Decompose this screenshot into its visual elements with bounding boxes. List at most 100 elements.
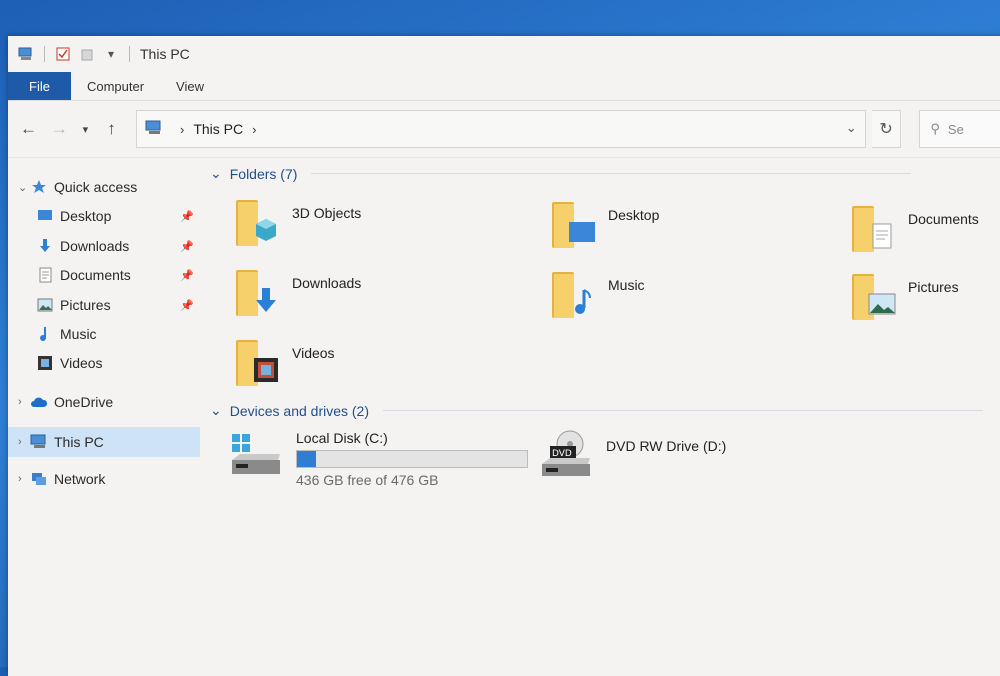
film-icon bbox=[36, 354, 54, 372]
landscape-icon bbox=[868, 290, 896, 318]
sidebar-item-quick-access[interactable]: ⌄ Quick access bbox=[8, 174, 200, 200]
desktop-icon bbox=[36, 207, 54, 225]
drive-usage-bar bbox=[296, 450, 528, 468]
properties-icon[interactable] bbox=[55, 46, 71, 62]
pc-icon bbox=[30, 433, 48, 451]
folder-tile-music[interactable]: Music bbox=[550, 268, 645, 320]
sidebar-item-label: Desktop bbox=[60, 208, 112, 224]
document-icon bbox=[36, 266, 54, 284]
music-note-icon bbox=[568, 288, 596, 316]
group-title: Folders (7) bbox=[229, 165, 298, 182]
chevron-right-icon[interactable]: › bbox=[18, 473, 30, 485]
sidebar-item-desktop[interactable]: Desktop 📌 bbox=[8, 203, 200, 229]
sidebar-item-this-pc[interactable]: › This PC bbox=[8, 427, 200, 457]
drive-info: Local Disk (C:) 436 GB free of 476 GB bbox=[296, 430, 528, 488]
sidebar-item-label: OneDrive bbox=[54, 394, 114, 410]
dvd-drive-icon: DVD bbox=[540, 430, 592, 482]
group-title: Devices and drives (2) bbox=[229, 402, 370, 419]
drive-tile-local-disk-c[interactable]: Local Disk (C:) 436 GB free of 476 GB bbox=[230, 430, 528, 488]
folder-tile-3d-objects[interactable]: 3D Objects bbox=[234, 196, 361, 248]
folder-icon bbox=[234, 266, 282, 318]
address-bar[interactable]: › This PC › ⌄ bbox=[135, 110, 866, 148]
folder-icon bbox=[550, 198, 598, 250]
hard-drive-windows-icon bbox=[230, 430, 282, 482]
folder-icon bbox=[550, 268, 598, 320]
tab-file[interactable]: File bbox=[8, 72, 71, 100]
search-icon: ⚲ bbox=[930, 121, 940, 136]
chevron-right-icon[interactable]: › bbox=[180, 122, 184, 137]
forward-arrow-icon[interactable]: → bbox=[47, 116, 72, 142]
chevron-right-icon[interactable]: › bbox=[18, 396, 30, 408]
sidebar-item-label: Pictures bbox=[60, 297, 111, 313]
folder-label: Desktop bbox=[608, 207, 660, 223]
folder-tile-pictures[interactable]: Pictures bbox=[850, 270, 959, 322]
chevron-down-icon[interactable]: ⌄ bbox=[18, 181, 30, 194]
pin-icon[interactable]: 📌 bbox=[180, 210, 194, 223]
sidebar-item-label: Documents bbox=[60, 267, 131, 283]
title-divider bbox=[129, 46, 130, 62]
customize-qat-chevron-icon[interactable]: ▾ bbox=[103, 46, 119, 62]
window-title: This PC bbox=[140, 46, 190, 62]
navigation-bar: ← → ▾ ↑ › This PC › ⌄ ↻ ⚲ Se bbox=[8, 101, 1000, 158]
folder-label: 3D Objects bbox=[292, 205, 362, 221]
drive-info: DVD RW Drive (D:) bbox=[606, 430, 726, 482]
star-icon bbox=[30, 178, 48, 196]
breadcrumb-this-pc[interactable]: This PC bbox=[193, 121, 243, 137]
drive-tile-dvd-rw-d[interactable]: DVD DVD RW Drive (D:) bbox=[540, 430, 726, 482]
3d-cube-icon bbox=[252, 216, 280, 244]
folder-icon bbox=[234, 336, 282, 388]
sidebar-item-label: Network bbox=[54, 471, 106, 487]
folder-label: Documents bbox=[908, 211, 979, 227]
drive-usage-fill bbox=[297, 451, 317, 467]
sidebar-item-onedrive[interactable]: › OneDrive bbox=[8, 389, 200, 415]
pin-icon[interactable]: 📌 bbox=[180, 269, 194, 282]
tab-view[interactable]: View bbox=[160, 72, 220, 100]
tab-computer[interactable]: Computer bbox=[71, 72, 160, 100]
pin-icon[interactable]: 📌 bbox=[180, 299, 194, 312]
chevron-down-icon[interactable]: ⌄ bbox=[210, 165, 222, 182]
drive-name: Local Disk (C:) bbox=[296, 430, 388, 446]
sidebar-item-documents[interactable]: Documents 📌 bbox=[8, 262, 200, 288]
chevron-down-icon[interactable]: ⌄ bbox=[210, 402, 222, 419]
ribbon-tabs: File Computer View bbox=[8, 72, 1000, 101]
devices-group-header[interactable]: ⌄ Devices and drives (2) bbox=[210, 402, 984, 419]
sidebar-item-videos[interactable]: Videos bbox=[8, 350, 200, 376]
sidebar-item-label: Music bbox=[60, 326, 97, 342]
chevron-right-icon[interactable]: › bbox=[18, 436, 30, 448]
address-dropdown-chevron-icon[interactable]: ⌄ bbox=[846, 120, 857, 136]
download-arrow-icon bbox=[36, 237, 54, 255]
chevron-right-icon[interactable]: › bbox=[252, 122, 256, 137]
folders-group-header[interactable]: ⌄ Folders (7) bbox=[210, 165, 912, 182]
sidebar-item-music[interactable]: Music bbox=[8, 321, 200, 347]
explorer-window: ▾ This PC File Computer View ← → ▾ ↑ › T… bbox=[8, 36, 1000, 676]
new-folder-icon[interactable] bbox=[79, 46, 95, 62]
search-box[interactable]: ⚲ Se bbox=[919, 110, 1000, 148]
search-placeholder: Se bbox=[947, 121, 964, 137]
monitor-icon bbox=[568, 218, 596, 246]
refresh-icon[interactable]: ↻ bbox=[871, 110, 902, 148]
sidebar-item-network[interactable]: › Network bbox=[8, 466, 200, 492]
folder-tile-downloads[interactable]: Downloads bbox=[234, 266, 361, 318]
recent-locations-chevron-icon[interactable]: ▾ bbox=[78, 116, 93, 142]
pc-small-icon[interactable] bbox=[18, 46, 34, 62]
pc-icon bbox=[145, 120, 163, 139]
back-arrow-icon[interactable]: ← bbox=[16, 116, 41, 142]
film-icon bbox=[252, 356, 280, 384]
cloud-icon bbox=[30, 393, 48, 411]
sidebar-item-downloads[interactable]: Downloads 📌 bbox=[8, 233, 200, 259]
up-arrow-icon[interactable]: ↑ bbox=[99, 116, 124, 142]
document-icon bbox=[868, 222, 896, 250]
folder-tile-videos[interactable]: Videos bbox=[234, 336, 335, 388]
sidebar-item-pictures[interactable]: Pictures 📌 bbox=[8, 292, 200, 318]
sidebar-item-label: This PC bbox=[54, 434, 104, 450]
svg-text:DVD: DVD bbox=[552, 449, 572, 459]
folder-label: Videos bbox=[292, 345, 335, 361]
folder-tile-documents[interactable]: Documents bbox=[850, 202, 979, 254]
sidebar-item-label: Videos bbox=[60, 355, 103, 371]
folder-label: Pictures bbox=[908, 279, 959, 295]
folder-tile-desktop[interactable]: Desktop bbox=[550, 198, 659, 250]
drive-name: DVD RW Drive (D:) bbox=[606, 438, 727, 454]
pin-icon[interactable]: 📌 bbox=[180, 240, 194, 253]
download-arrow-icon bbox=[252, 286, 280, 314]
group-divider bbox=[383, 410, 984, 411]
